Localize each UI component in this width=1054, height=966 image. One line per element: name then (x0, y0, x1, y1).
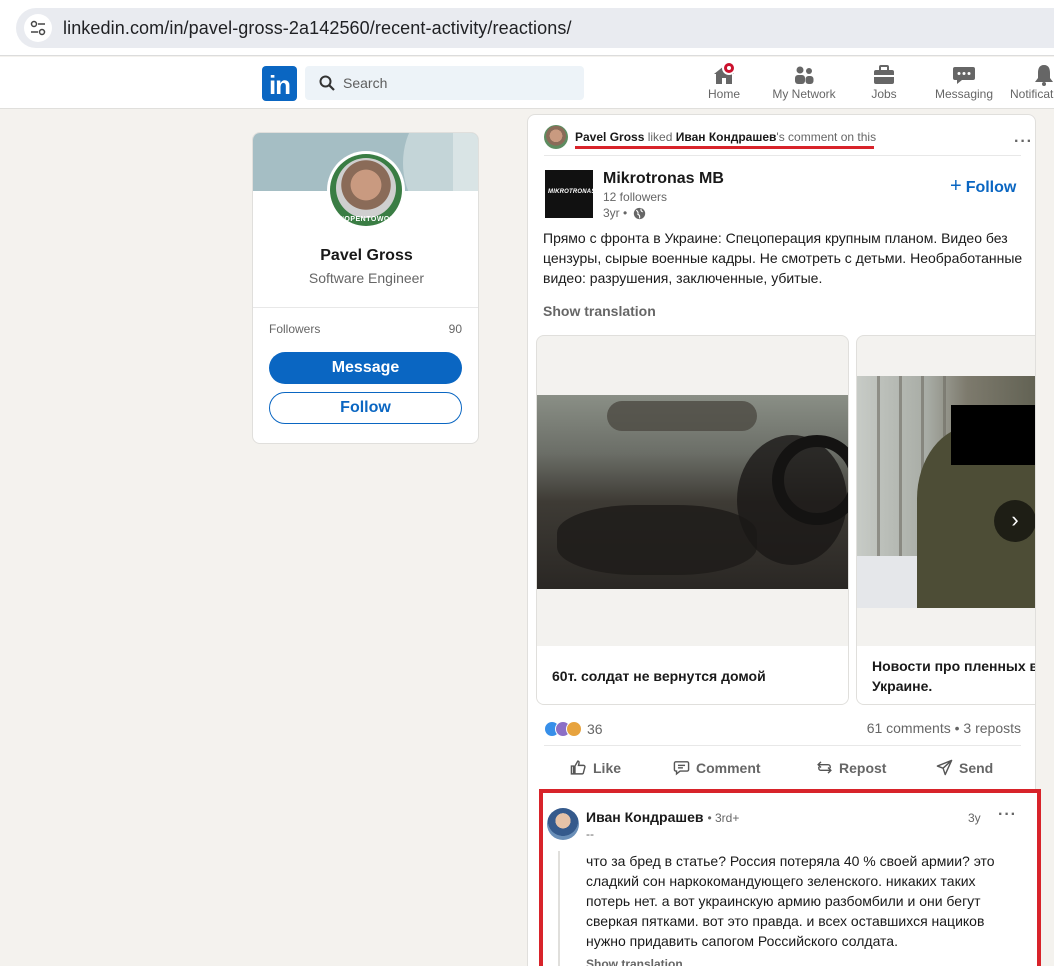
profile-avatar[interactable]: #OPENTOWORK (327, 151, 405, 229)
nav-messaging-label: Messaging (934, 87, 994, 101)
comment-show-translation-link[interactable]: Show translation (586, 957, 683, 966)
commenter-headline: -- (586, 827, 594, 841)
plus-icon: + (950, 175, 962, 197)
commenter-avatar[interactable] (547, 808, 579, 840)
jobs-icon (864, 61, 904, 87)
post-context-header: Pavel Gross liked Иван Кондрашев's comme… (544, 125, 1032, 157)
org-followers: 12 followers (603, 190, 668, 204)
thumbs-up-icon (570, 760, 586, 775)
social-counts: 36 61 comments • 3 reposts (544, 718, 1021, 738)
post-body-text: Прямо с фронта в Украине: Спецоперация к… (543, 230, 1023, 286)
profile-photo (336, 158, 396, 218)
like-button[interactable]: Like (570, 759, 621, 776)
profile-follow-button[interactable]: Follow (269, 392, 462, 424)
reaction-count: 36 (587, 721, 603, 738)
insightful-reaction-icon (566, 721, 582, 738)
nav-jobs-label: Jobs (871, 87, 897, 101)
open-to-work-badge: #OPENTOWORK (340, 216, 401, 223)
notification-dot (722, 61, 736, 75)
nav-notifications-label: Notifications (1010, 87, 1054, 101)
profile-headline: Software Engineer (308, 270, 425, 286)
profile-name[interactable]: Pavel Gross (253, 247, 478, 265)
linkedin-header: in Home My Network Jobs Messaging Notifi… (0, 57, 1054, 109)
send-button[interactable]: Send (936, 759, 993, 776)
divider (544, 155, 1021, 156)
post-more-options-icon[interactable]: ··· (1014, 133, 1033, 151)
browser-toolbar: linkedin.com/in/pavel-gross-2a142560/rec… (0, 0, 1054, 56)
connection-degree: • 3rd+ (707, 811, 740, 825)
followers-label: Followers (269, 322, 321, 336)
send-icon (936, 759, 953, 776)
linkedin-logo[interactable]: in (262, 66, 297, 101)
carousel-next-icon[interactable]: › (994, 500, 1035, 542)
activity-context-text: Pavel Gross liked Иван Кондрашев's comme… (575, 130, 876, 144)
search-bar[interactable] (305, 66, 584, 100)
post-time: 3yr • (603, 206, 646, 220)
nav-home[interactable]: Home (704, 61, 744, 107)
message-button[interactable]: Message (269, 352, 462, 384)
profile-card: #OPENTOWORK Pavel Gross Software Enginee… (252, 132, 479, 444)
messaging-icon (932, 61, 996, 87)
repost-icon (817, 761, 832, 774)
document-carousel[interactable]: 60т. солдат не вернутся домой Новости пр… (536, 335, 1036, 705)
actor-name[interactable]: Pavel Gross (575, 130, 644, 144)
comment-time: 3y (968, 811, 981, 825)
divider (253, 307, 478, 308)
search-input[interactable] (343, 66, 573, 100)
post-time-text: 3yr • (603, 206, 628, 220)
highlight-underline (575, 146, 874, 149)
carousel-slide[interactable]: 60т. солдат не вернутся домой (536, 335, 849, 705)
comments-reposts-count[interactable]: 61 comments • 3 reposts (867, 720, 1021, 736)
comment-more-options-icon[interactable]: ··· (998, 806, 1017, 824)
org-name[interactable]: Mikrotronas MB (603, 170, 724, 188)
divider (544, 745, 1021, 746)
nav-notifications[interactable]: Notifications (1010, 61, 1054, 107)
target-name[interactable]: Иван Кондрашев (676, 130, 777, 144)
home-icon (704, 61, 744, 87)
commenter-name[interactable]: Иван Кондрашев • 3rd+ (586, 809, 739, 825)
followers-row: Followers 90 (269, 322, 462, 336)
org-follow-button[interactable]: + Follow (950, 175, 1016, 198)
repost-button[interactable]: Repost (816, 759, 886, 776)
followers-count: 90 (448, 322, 462, 336)
slide-caption: Новости про пленных во Украине. (872, 658, 1036, 694)
show-translation-link[interactable]: Show translation (543, 303, 656, 319)
comment-button[interactable]: Comment (673, 759, 761, 776)
nav-my-network[interactable]: My Network (768, 61, 840, 107)
thread-line (558, 851, 560, 966)
comment-text: что за бред в статье? Россия потеряла 40… (586, 853, 995, 949)
site-settings-icon[interactable] (24, 14, 52, 42)
slide-image-wreckage (537, 395, 848, 589)
address-bar[interactable]: linkedin.com/in/pavel-gross-2a142560/rec… (16, 8, 1054, 48)
slide-image-soldier (857, 376, 1035, 608)
comment-icon (673, 761, 690, 776)
globe-icon (633, 208, 645, 220)
network-icon (768, 61, 840, 87)
nav-home-label: Home (707, 87, 740, 101)
nav-jobs[interactable]: Jobs (864, 61, 904, 107)
censor-bar (951, 405, 1035, 465)
slide-caption: 60т. солдат не вернутся домой (552, 668, 766, 684)
bell-icon (1032, 61, 1054, 87)
nav-messaging[interactable]: Messaging (932, 61, 996, 107)
context-suffix: 's comment on this (776, 130, 877, 144)
actor-avatar[interactable] (544, 125, 568, 149)
search-icon (319, 75, 335, 91)
context-verb: liked (644, 130, 676, 144)
highlighted-comment: Иван Кондрашев • 3rd+ -- 3y ··· что за бр… (539, 789, 1041, 966)
nav-my-network-label: My Network (772, 87, 836, 101)
url-text[interactable]: linkedin.com/in/pavel-gross-2a142560/rec… (63, 18, 572, 39)
org-logo[interactable]: MIKROTRONAS (545, 170, 595, 218)
reactions-summary[interactable]: 36 (544, 720, 603, 738)
